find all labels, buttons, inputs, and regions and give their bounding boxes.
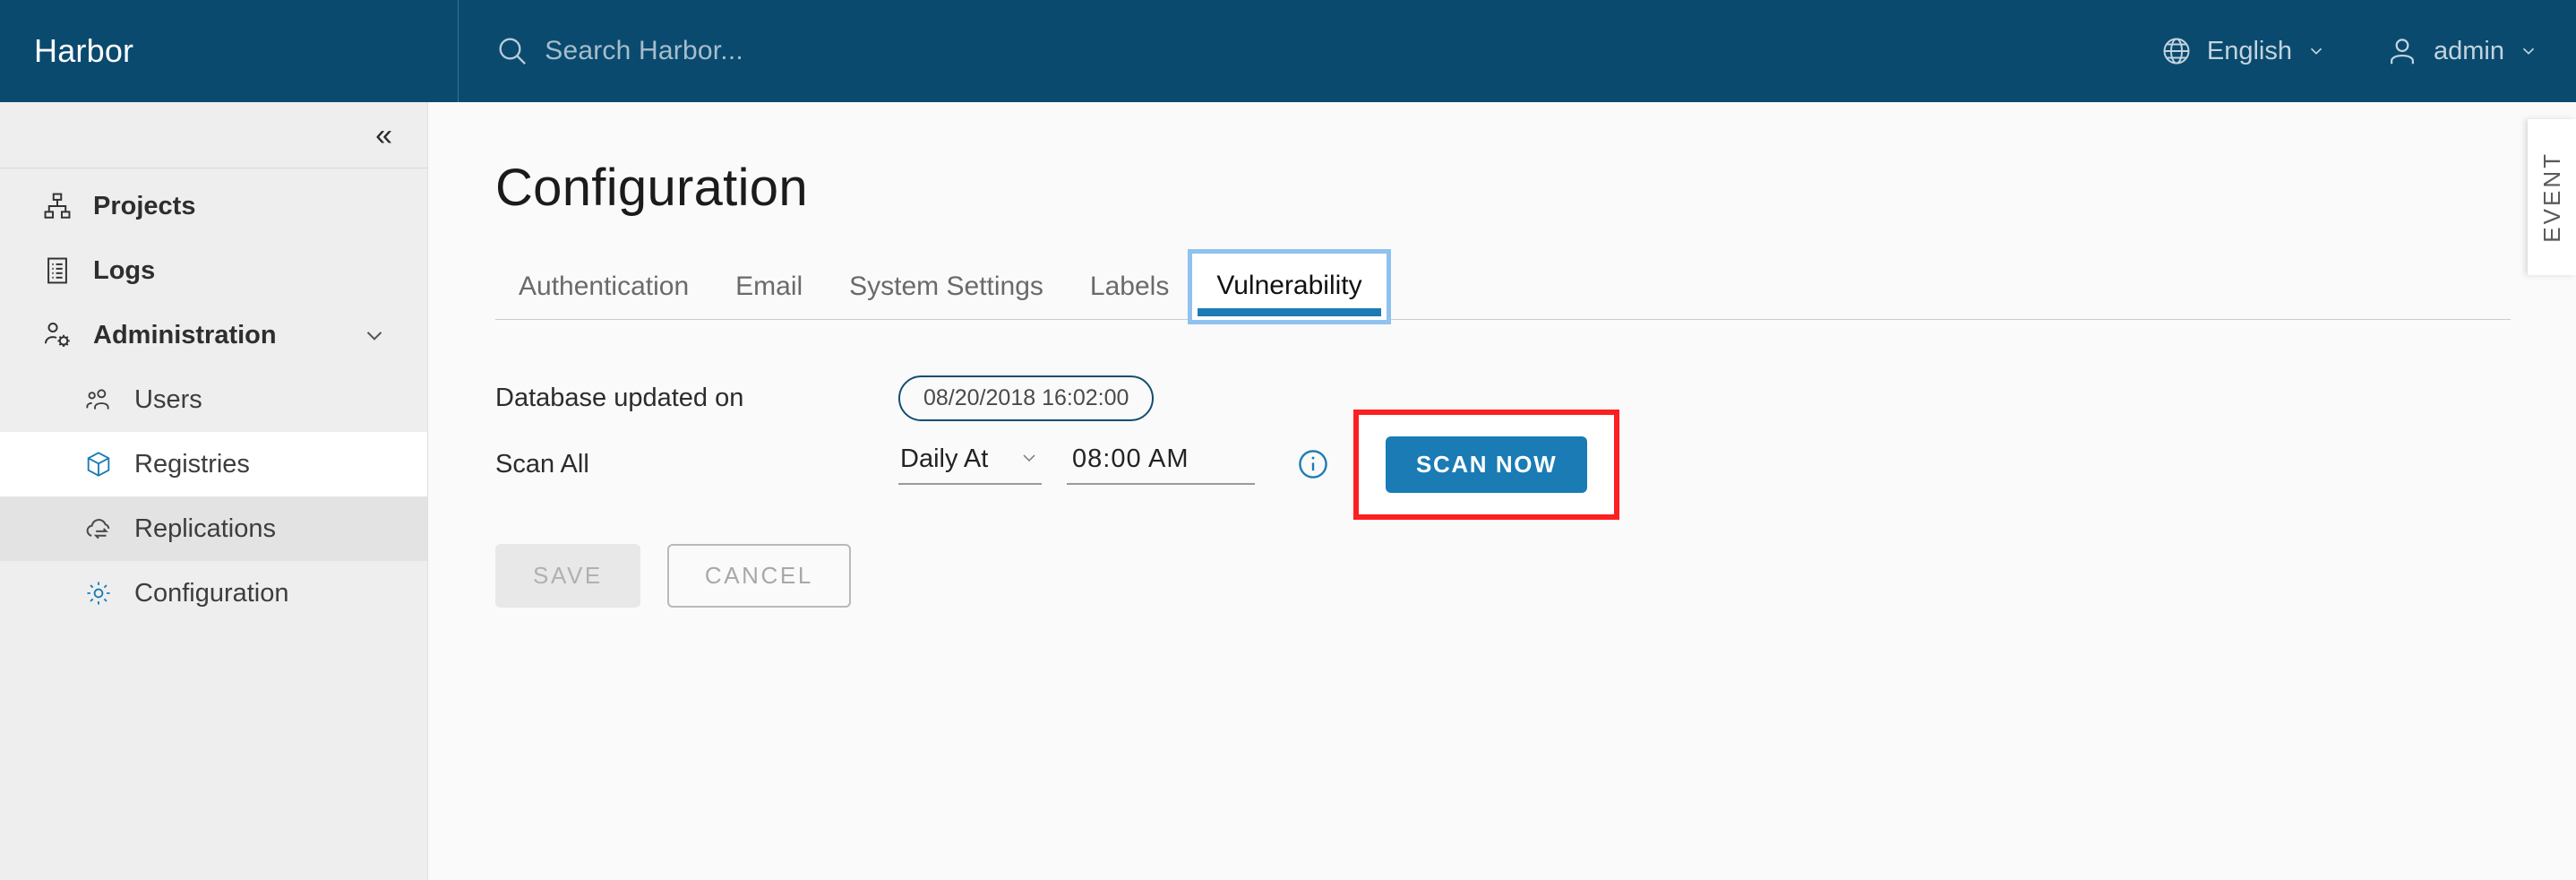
replications-icon [82,513,115,545]
sidebar: « Projects Logs Administration Users Reg… [0,102,428,880]
chevron-down-icon [1018,446,1040,472]
info-circle-icon[interactable] [1296,447,1330,481]
user-icon [2385,34,2419,68]
search-icon [494,33,530,69]
scan-now-highlight-box: SCAN NOW [1353,409,1620,520]
sidebar-header: « [0,102,427,168]
database-updated-value: 08/20/2018 16:02:00 [898,375,1155,421]
tab-authentication[interactable]: Authentication [495,272,712,320]
chevron-down-icon [2519,41,2538,61]
sidebar-item-label: Configuration [134,578,289,608]
sidebar-item-label: Replications [134,513,276,543]
sidebar-item-registries[interactable]: Registries [0,432,427,496]
sidebar-item-users[interactable]: Users [0,367,427,432]
scan-time-input[interactable] [1067,444,1255,485]
registries-icon [82,448,115,480]
config-tab-bar: Authentication Email System Settings Lab… [495,248,2511,324]
event-panel-tab[interactable]: EVENT [2528,119,2576,275]
scan-all-label: Scan All [495,449,589,479]
cancel-button[interactable]: CANCEL [666,544,851,608]
main-content: Configuration Authentication Email Syste… [429,102,2576,880]
header-actions: English admin [2160,34,2538,68]
chevron-down-icon[interactable] [361,322,388,349]
configuration-icon [82,577,115,609]
language-label: English [2206,36,2292,65]
tab-labels[interactable]: Labels [1067,272,1192,320]
account-menu[interactable]: admin [2385,34,2538,68]
users-icon [82,384,115,416]
global-search[interactable] [494,33,2160,69]
scan-schedule-select[interactable]: Daily At [898,444,1042,485]
collapse-sidebar-icon[interactable]: « [375,120,392,151]
scan-all-row: Scan All Daily At SCAN NOW [495,409,2576,520]
top-header: Harbor English [0,0,2576,102]
sidebar-item-label: Logs [93,255,156,285]
sidebar-item-projects[interactable]: Projects [0,174,427,238]
sidebar-item-logs[interactable]: Logs [0,238,427,303]
language-selector[interactable]: English [2160,35,2326,67]
sidebar-item-label: Registries [134,449,250,479]
sidebar-item-configuration[interactable]: Configuration [0,561,427,625]
account-label: admin [2434,36,2504,65]
sidebar-item-label: Projects [93,191,196,220]
sidebar-item-label: Users [134,384,202,414]
save-button[interactable]: SAVE [495,544,640,608]
scan-schedule-value: Daily At [900,444,989,473]
sidebar-item-replications[interactable]: Replications [0,496,427,561]
page-title: Configuration [495,159,808,217]
form-actions: SAVE CANCEL [495,544,2576,608]
header-divider [458,0,459,102]
administration-icon [41,319,73,351]
sidebar-item-administration[interactable]: Administration [0,303,427,367]
scan-now-button[interactable]: SCAN NOW [1386,436,1588,493]
projects-icon [41,190,73,222]
vulnerability-form: Database updated on 08/20/2018 16:02:00 … [495,365,2576,608]
sidebar-nav: Projects Logs Administration Users Regis… [0,168,427,625]
tab-system-settings[interactable]: System Settings [826,272,1067,320]
logs-icon [41,255,73,287]
tab-vulnerability[interactable]: Vulnerability [1188,249,1391,324]
database-updated-label: Database updated on [495,383,744,412]
sidebar-item-label: Administration [93,320,277,349]
app-brand[interactable]: Harbor [34,32,133,70]
tab-email[interactable]: Email [712,272,826,320]
event-panel-label: EVENT [2537,151,2565,243]
search-input[interactable] [545,36,1172,66]
globe-icon [2160,35,2193,67]
chevron-down-icon [2306,41,2326,61]
